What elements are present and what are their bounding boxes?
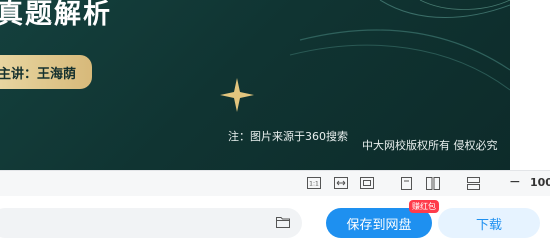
preview-margin <box>510 0 550 170</box>
red-packet-badge: 赚红包 <box>409 200 439 213</box>
action-bar: 保存到网盘 赚红包 下载 <box>0 196 550 252</box>
speaker-badge: 主讲：王海荫 <box>0 55 92 89</box>
save-path-field[interactable] <box>0 208 302 238</box>
copyright-text: 中大网校版权所有 侵权必究 <box>362 139 498 152</box>
document-title: 真题解析 <box>0 0 112 30</box>
zoom-level[interactable]: 100 <box>530 176 550 189</box>
folder-icon[interactable] <box>276 216 290 228</box>
fit-page-icon[interactable] <box>360 177 374 189</box>
two-page-icon[interactable] <box>426 177 440 190</box>
image-source-note: 注：图片来源于360搜索 <box>228 130 348 143</box>
speaker-label: 主讲：王海荫 <box>0 66 77 82</box>
svg-text:1:1: 1:1 <box>309 181 319 188</box>
viewer-toolbar: 1:1 − 100 <box>0 170 550 197</box>
scroll-mode-icon[interactable] <box>467 177 480 190</box>
single-page-icon[interactable] <box>401 177 412 190</box>
actual-size-icon[interactable]: 1:1 <box>307 177 321 189</box>
zoom-out-button[interactable]: − <box>509 174 521 190</box>
download-button[interactable]: 下载 <box>438 208 540 238</box>
sparkle-icon <box>220 78 254 112</box>
document-preview: 真题解析 主讲：王海荫 注：图片来源于360搜索 中大网校版权所有 侵权必究 <box>0 0 510 170</box>
fit-width-icon[interactable] <box>334 177 348 189</box>
